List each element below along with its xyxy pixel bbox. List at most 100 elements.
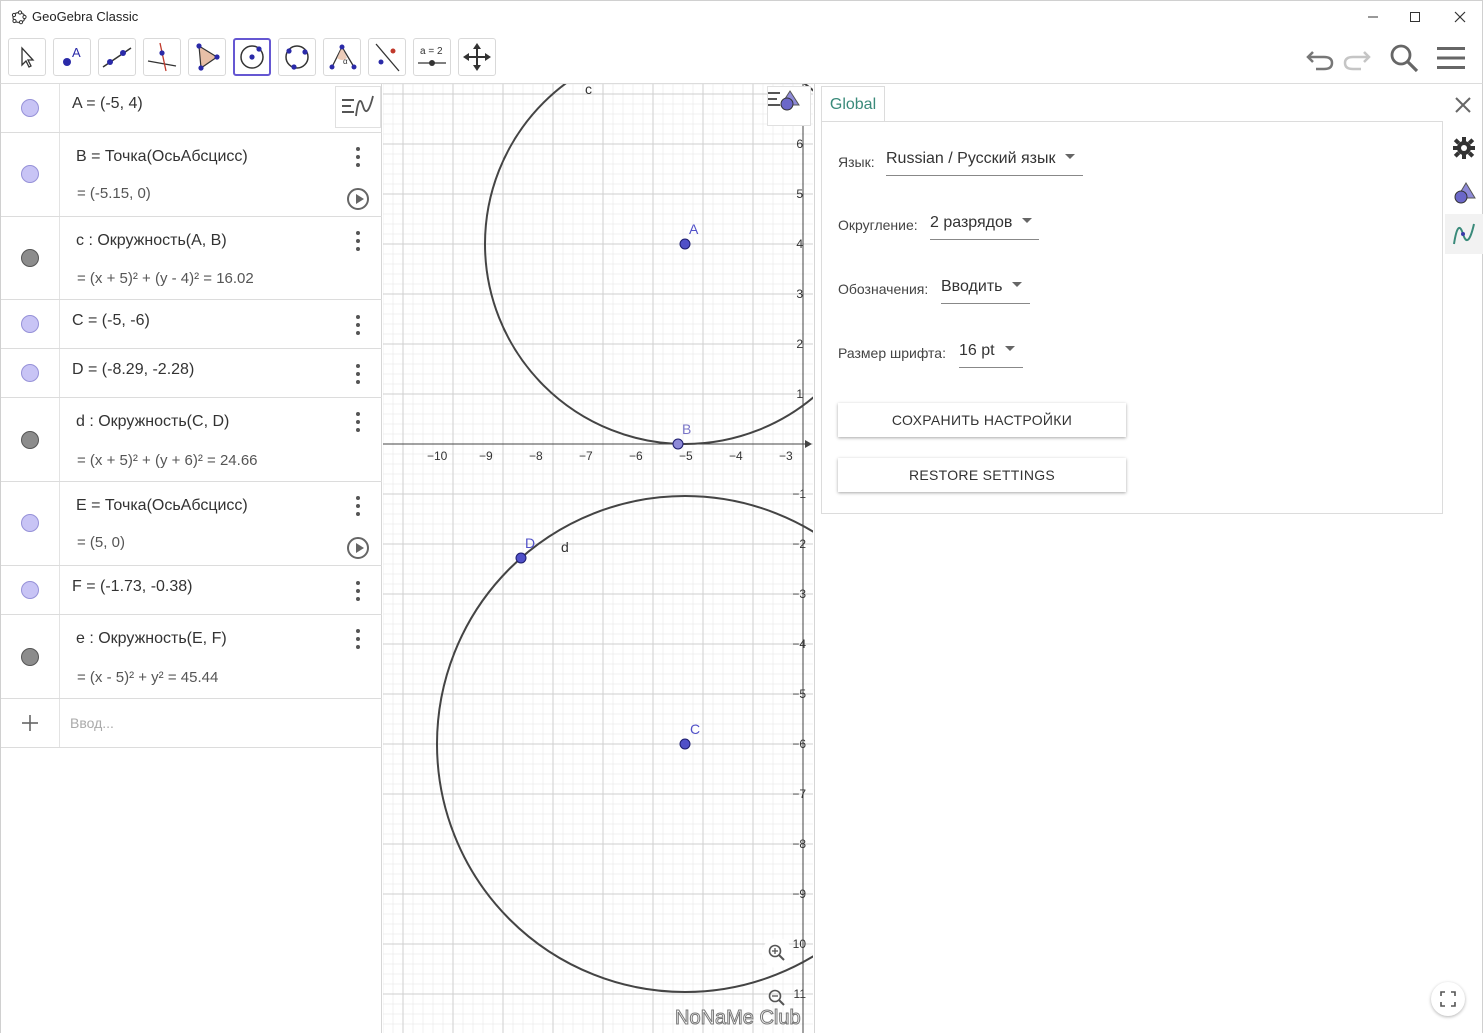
algebra-row-F[interactable]: F = (-1.73, -0.38) [1, 566, 382, 615]
animation-play-button[interactable] [347, 188, 369, 210]
save-settings-button[interactable]: СОХРАНИТЬ НАСТРОЙКИ [838, 403, 1126, 437]
visibility-toggle[interactable] [21, 431, 39, 449]
main-menu-button[interactable] [1433, 40, 1469, 76]
settings-panel: Global Язык: Russian / Русский язык Окру… [814, 84, 1483, 1033]
reflect-tool[interactable] [368, 38, 406, 76]
algebra-definition[interactable]: e : Окружность(E, F) [76, 630, 227, 648]
move-graphics-tool[interactable] [458, 38, 496, 76]
redo-icon [1343, 51, 1371, 71]
close-window-button[interactable] [1437, 1, 1483, 33]
algebra-row-c[interactable]: c : Окружность(A, B) = (x + 5)² + (y - 4… [1, 217, 382, 300]
hamburger-menu-icon [1437, 47, 1465, 69]
label-d: d [561, 539, 569, 555]
row-menu-button[interactable] [351, 629, 365, 649]
animation-play-button[interactable] [347, 537, 369, 559]
row-menu-button[interactable] [351, 147, 365, 167]
zoom-in-button[interactable] [762, 938, 792, 968]
search-icon [1390, 44, 1419, 73]
algebra-row-D[interactable]: D = (-8.29, -2.28) [1, 349, 382, 398]
visibility-toggle[interactable] [21, 581, 39, 599]
graphics-style-button[interactable] [767, 86, 811, 126]
labeling-dropdown[interactable]: Вводить [941, 274, 1030, 304]
algebra-input-row[interactable]: Ввод... [1, 699, 382, 748]
minimize-button[interactable] [1350, 1, 1396, 33]
row-menu-button[interactable] [351, 581, 365, 601]
maximize-icon [1410, 12, 1420, 22]
point-B[interactable] [672, 438, 684, 450]
perpendicular-line-tool[interactable] [143, 38, 181, 76]
row-menu-button[interactable] [351, 412, 365, 432]
algebra-definition[interactable]: A = (-5, 4) [72, 95, 143, 113]
language-dropdown[interactable]: Russian / Русский язык [886, 146, 1083, 176]
visibility-toggle[interactable] [21, 648, 39, 666]
algebra-definition[interactable]: F = (-1.73, -0.38) [72, 578, 193, 596]
visibility-toggle[interactable] [21, 165, 39, 183]
perpendicular-icon [147, 42, 177, 72]
algebra-input-field[interactable]: Ввод... [70, 715, 114, 731]
visibility-toggle[interactable] [21, 249, 39, 267]
algebra-row-e[interactable]: e : Окружность(E, F) = (x - 5)² + y² = 4… [1, 615, 382, 699]
zoom-out-button[interactable] [768, 989, 785, 1006]
point-D[interactable] [515, 552, 527, 564]
restore-settings-button[interactable]: RESTORE SETTINGS [838, 458, 1126, 492]
maximize-button[interactable] [1392, 1, 1438, 33]
algebra-definition[interactable]: E = Точка(ОсьАбсцисс) [76, 497, 248, 515]
close-settings-button[interactable] [1452, 94, 1474, 116]
algebra-definition[interactable]: B = Точка(ОсьАбсцисс) [76, 148, 248, 166]
fullscreen-icon [1440, 991, 1456, 1007]
row-menu-button[interactable] [351, 315, 365, 335]
font-size-dropdown[interactable]: 16 pt [959, 338, 1023, 368]
circle-center-point-tool[interactable] [233, 38, 271, 76]
redo-button[interactable] [1339, 40, 1375, 76]
y-tick: −6 [792, 737, 806, 751]
label-c: c [585, 84, 592, 97]
search-button[interactable] [1386, 40, 1422, 76]
algebra-definition[interactable]: d : Окружность(C, D) [76, 413, 229, 431]
rounding-dropdown[interactable]: 2 разрядов [930, 210, 1039, 240]
visibility-toggle[interactable] [21, 364, 39, 382]
algebra-definition[interactable]: C = (-5, -6) [72, 312, 150, 330]
visibility-toggle[interactable] [21, 514, 39, 532]
graphics-view[interactable]: −10 −9 −8 −7 −6 −5 −4 −3 6 5 4 3 2 1 −1 … [383, 84, 813, 1033]
algebra-row-A[interactable]: A = (-5, 4) [1, 84, 382, 133]
global-settings-box: Язык: Russian / Русский язык Округление:… [821, 121, 1443, 514]
row-menu-button[interactable] [351, 364, 365, 384]
y-tick: 11 [794, 987, 807, 1001]
graphics-canvas[interactable]: −10 −9 −8 −7 −6 −5 −4 −3 6 5 4 3 2 1 −1 … [383, 84, 813, 1033]
tab-global[interactable]: Global [821, 86, 885, 122]
row-menu-button[interactable] [351, 231, 365, 251]
point-A[interactable] [679, 238, 691, 250]
algebra-row-B[interactable]: B = Точка(ОсьАбсцисс) = (-5.15, 0) [1, 133, 382, 217]
slider-tool[interactable]: a = 2 [413, 38, 451, 76]
settings-tab-global[interactable] [1445, 128, 1483, 168]
algebra-definition[interactable]: c : Окружность(A, B) [76, 232, 227, 250]
circle-three-points-icon [285, 45, 309, 70]
labeling-value: Вводить [941, 278, 1003, 295]
y-tick: −3 [792, 587, 806, 601]
visibility-toggle[interactable] [21, 99, 39, 117]
undo-button[interactable] [1302, 40, 1338, 76]
move-tool[interactable] [8, 38, 46, 76]
settings-tab-algebra[interactable] [1445, 214, 1483, 254]
algebra-row-E[interactable]: E = Точка(ОсьАбсцисс) = (5, 0) [1, 482, 382, 566]
circle-three-points-tool[interactable] [278, 38, 316, 76]
angle-tool[interactable]: α [323, 38, 361, 76]
point-tool[interactable]: A [53, 38, 91, 76]
line-tool[interactable] [98, 38, 136, 76]
label-A: A [689, 221, 699, 237]
algebra-definition[interactable]: D = (-8.29, -2.28) [72, 361, 194, 379]
algebra-row-C[interactable]: C = (-5, -6) [1, 300, 382, 349]
algebra-row-d[interactable]: d : Окружность(C, D) = (x + 5)² + (y + 6… [1, 398, 382, 482]
point-C[interactable] [679, 738, 691, 750]
polygon-tool[interactable] [188, 38, 226, 76]
fullscreen-button[interactable] [1431, 982, 1465, 1016]
x-tick: −7 [579, 449, 593, 463]
algebra-value: = (5, 0) [77, 534, 125, 551]
plus-icon[interactable] [21, 714, 39, 732]
algebra-style-button[interactable] [335, 86, 381, 128]
visibility-toggle[interactable] [21, 315, 39, 333]
circle-center-icon [240, 45, 264, 69]
settings-tab-graphics[interactable] [1445, 172, 1483, 212]
row-menu-button[interactable] [351, 496, 365, 516]
y-tick: −7 [792, 787, 806, 801]
